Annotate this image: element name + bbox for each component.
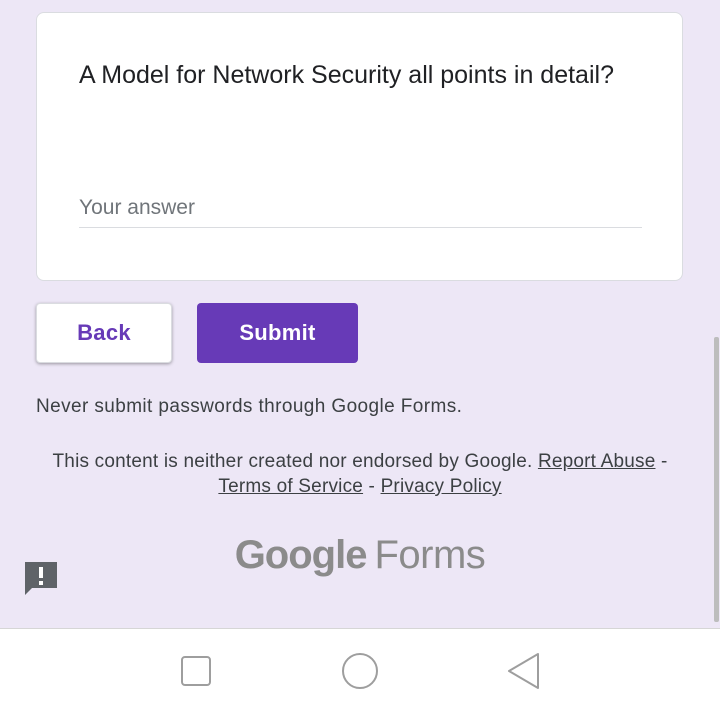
report-exclamation-icon[interactable] [23, 560, 59, 596]
triangle-back-icon[interactable] [504, 651, 544, 691]
terms-of-service-link[interactable]: Terms of Service [218, 476, 363, 497]
password-warning: Never submit passwords through Google Fo… [36, 396, 463, 417]
brand-google-text: Google [234, 533, 368, 577]
disclaimer-text: This content is neither created nor endo… [52, 451, 533, 472]
circle-icon[interactable] [340, 651, 380, 691]
submit-button[interactable]: Submit [197, 303, 358, 363]
question-title: A Model for Network Security all points … [79, 61, 614, 89]
google-forms-logo[interactable]: Google Forms [0, 533, 720, 578]
question-card: A Model for Network Security all points … [36, 12, 683, 281]
disclaimer: This content is neither created nor endo… [40, 449, 680, 499]
report-abuse-link[interactable]: Report Abuse [538, 451, 656, 472]
scrollbar[interactable] [714, 337, 719, 622]
square-icon[interactable] [176, 651, 216, 691]
link-separator: - [368, 476, 376, 497]
brand-forms-text: Forms [374, 533, 486, 577]
back-button[interactable]: Back [36, 303, 172, 363]
answer-input[interactable] [79, 189, 642, 228]
android-navigation-bar [0, 628, 720, 710]
privacy-policy-link[interactable]: Privacy Policy [381, 476, 502, 497]
link-separator: - [660, 451, 668, 472]
